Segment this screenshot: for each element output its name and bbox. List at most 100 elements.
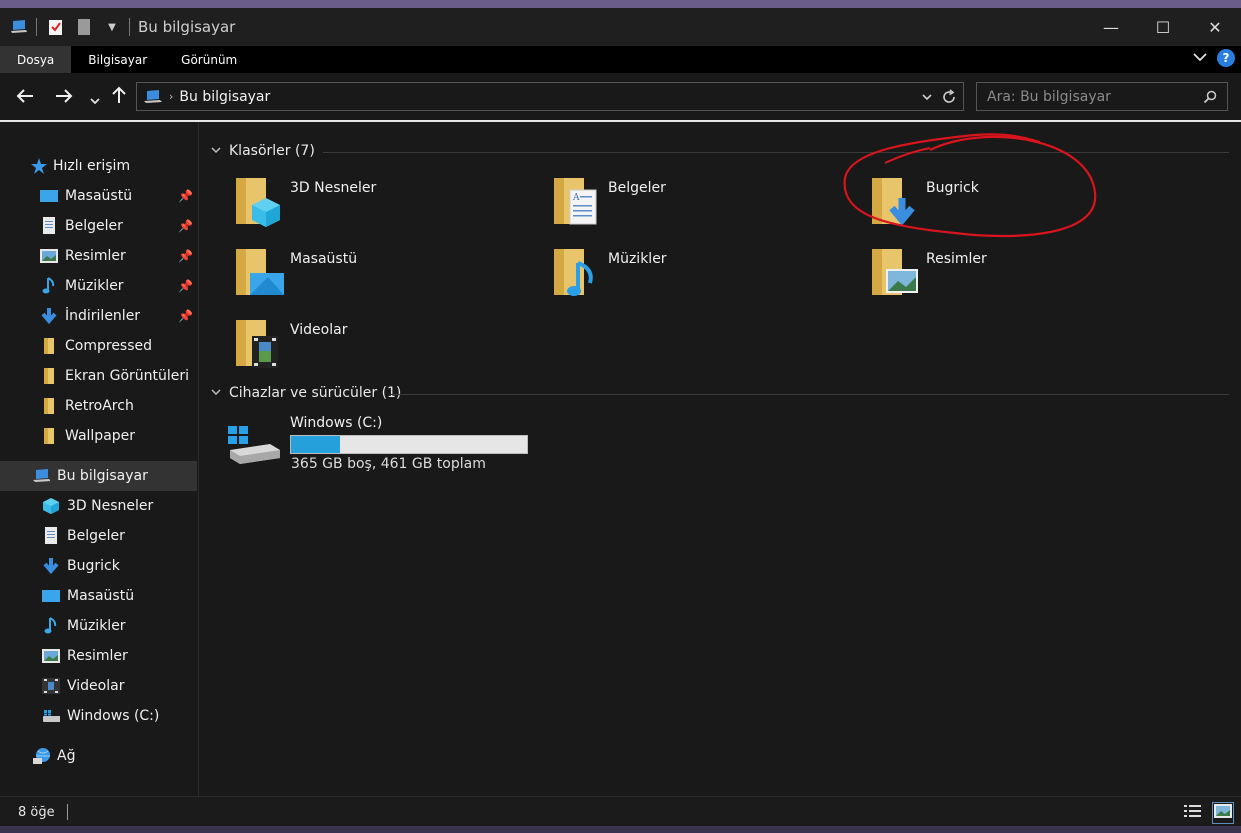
sidebar-item-label: Resimler xyxy=(67,648,128,664)
sidebar-item-ekran-goruntuleri[interactable]: Ekran Görüntüleri xyxy=(0,361,197,391)
sidebar-item-this-pc[interactable]: Bu bilgisayar xyxy=(0,461,197,491)
sidebar-item-label: Masaüstü xyxy=(67,588,135,604)
sidebar-item-masaustu[interactable]: Masaüstü 📌 xyxy=(0,181,197,211)
this-pc-icon xyxy=(32,467,50,485)
new-folder-icon[interactable] xyxy=(75,18,93,36)
sidebar-item-compressed[interactable]: Compressed xyxy=(0,331,197,361)
sidebar-item-label: Bu bilgisayar xyxy=(57,468,148,484)
folder-tile-3d-nesneler[interactable]: 3D Nesneler xyxy=(234,172,534,236)
maximize-button[interactable]: ☐ xyxy=(1137,8,1189,46)
this-pc-icon[interactable] xyxy=(10,18,28,36)
sidebar-item-belgeler-pc[interactable]: Belgeler xyxy=(0,521,197,551)
sidebar-item-label: Belgeler xyxy=(67,528,125,544)
folder-tile-masaustu[interactable]: Masaüstü xyxy=(234,243,534,307)
up-button[interactable] xyxy=(108,85,130,110)
tab-dosya[interactable]: Dosya xyxy=(0,46,72,73)
back-button[interactable] xyxy=(14,85,36,109)
folders-group-header[interactable]: Klasörler (7) xyxy=(211,143,315,159)
recent-locations-button[interactable] xyxy=(84,87,106,111)
videos-icon xyxy=(42,677,60,695)
pictures-folder-icon xyxy=(872,249,918,295)
sidebar-item-retroarch[interactable]: RetroArch xyxy=(0,391,197,421)
sidebar-item-label: Compressed xyxy=(65,338,153,354)
pin-icon[interactable]: 📌 xyxy=(178,309,193,323)
address-bar[interactable]: › Bu bilgisayar xyxy=(136,82,964,111)
folder-tile-videolar[interactable]: Videolar xyxy=(234,314,534,378)
downloads-icon xyxy=(42,557,60,575)
pin-icon[interactable]: 📌 xyxy=(178,219,193,233)
properties-icon[interactable] xyxy=(47,18,65,36)
sidebar-item-label: Müzikler xyxy=(65,278,124,294)
tab-bilgisayar[interactable]: Bilgisayar xyxy=(71,46,164,73)
refresh-icon[interactable] xyxy=(941,88,957,105)
drive-usage-fill xyxy=(291,436,341,453)
sidebar-item-label: Ağ xyxy=(57,748,76,764)
documents-icon xyxy=(42,527,60,545)
star-icon xyxy=(30,157,48,175)
downloads-folder-icon xyxy=(872,178,915,226)
3d-objects-icon xyxy=(42,497,60,515)
close-button[interactable]: ✕ xyxy=(1189,8,1241,46)
folder-tile-bugrick[interactable]: Bugrick xyxy=(870,172,1170,236)
forward-button[interactable] xyxy=(53,85,75,109)
quick-access-toolbar: ▼ Bu bilgisayar xyxy=(0,8,235,46)
sidebar-item-windows-c[interactable]: Windows (C:) xyxy=(0,701,197,731)
title-bar: ▼ Bu bilgisayar — ☐ ✕ xyxy=(0,8,1241,46)
folder-label: 3D Nesneler xyxy=(290,180,377,196)
help-button[interactable]: ? xyxy=(1217,49,1235,67)
collapse-chevron-icon[interactable] xyxy=(211,146,221,157)
sidebar-item-label: RetroArch xyxy=(65,398,134,414)
address-dropdown-icon[interactable] xyxy=(921,92,933,102)
sidebar-item-resimler-pc[interactable]: Resimler xyxy=(0,641,197,671)
music-icon xyxy=(42,617,60,635)
search-icon[interactable] xyxy=(1203,90,1217,104)
search-input[interactable]: Ara: Bu bilgisayar xyxy=(987,89,1203,105)
sidebar-item-label: Müzikler xyxy=(67,618,126,634)
sidebar-item-muzikler-pc[interactable]: Müzikler xyxy=(0,611,197,641)
details-view-icon[interactable] xyxy=(1183,803,1203,823)
sidebar-item-wallpaper[interactable]: Wallpaper xyxy=(0,421,197,451)
expand-ribbon-icon[interactable] xyxy=(1193,50,1207,66)
sidebar-item-indirilenler[interactable]: İndirilenler 📌 xyxy=(0,301,197,331)
ribbon-tabs: Dosya Bilgisayar Görünüm ? xyxy=(0,46,1241,73)
pin-icon[interactable]: 📌 xyxy=(178,279,193,293)
folder-icon xyxy=(40,427,58,445)
file-explorer-window: ▼ Bu bilgisayar — ☐ ✕ Dosya Bilgisayar G… xyxy=(0,8,1241,826)
sidebar-item-3d-nesneler[interactable]: 3D Nesneler xyxy=(0,491,197,521)
folder-tile-resimler[interactable]: Resimler xyxy=(870,243,1170,307)
sidebar-item-network[interactable]: Ağ xyxy=(0,741,197,771)
drive-label: Windows (C:) xyxy=(290,415,383,431)
folder-tile-muzikler[interactable]: Müzikler xyxy=(552,243,852,307)
sidebar-item-bugrick[interactable]: Bugrick xyxy=(0,551,197,581)
sidebar-item-belgeler[interactable]: Belgeler 📌 xyxy=(0,211,197,241)
desktop-icon xyxy=(40,187,58,205)
tab-gorunum[interactable]: Görünüm xyxy=(164,46,254,73)
large-icons-view-icon[interactable] xyxy=(1212,802,1234,824)
sidebar-item-masaustu-pc[interactable]: Masaüstü xyxy=(0,581,197,611)
sidebar-item-muzikler[interactable]: Müzikler 📌 xyxy=(0,271,197,301)
collapse-chevron-icon[interactable] xyxy=(211,388,221,399)
status-bar: 8 öğe xyxy=(0,796,1241,826)
breadcrumb-chevron-icon[interactable]: › xyxy=(169,90,173,103)
sidebar-item-label: Wallpaper xyxy=(65,428,136,444)
folder-icon xyxy=(40,397,58,415)
search-box[interactable]: Ara: Bu bilgisayar xyxy=(976,82,1228,111)
pin-icon[interactable]: 📌 xyxy=(178,249,193,263)
documents-icon xyxy=(40,217,58,235)
sidebar-item-videolar[interactable]: Videolar xyxy=(0,671,197,701)
window-title: Bu bilgisayar xyxy=(138,18,236,36)
music-folder-icon xyxy=(554,249,593,296)
videos-folder-icon xyxy=(236,320,278,368)
folder-tile-belgeler[interactable]: A Belgeler xyxy=(552,172,852,236)
pictures-icon xyxy=(42,647,60,665)
customize-toolbar-icon[interactable]: ▼ xyxy=(103,18,121,36)
pin-icon[interactable]: 📌 xyxy=(178,189,193,203)
devices-group-header[interactable]: Cihazlar ve sürücüler (1) xyxy=(211,385,401,401)
sidebar-item-resimler[interactable]: Resimler 📌 xyxy=(0,241,197,271)
breadcrumb-current[interactable]: Bu bilgisayar xyxy=(179,89,270,105)
minimize-button[interactable]: — xyxy=(1085,8,1137,46)
folder-label: Masaüstü xyxy=(290,251,358,267)
sidebar-item-quick-access[interactable]: Hızlı erişim xyxy=(30,151,197,181)
item-count: 8 öğe xyxy=(18,804,55,820)
desktop-folder-icon xyxy=(236,249,284,295)
